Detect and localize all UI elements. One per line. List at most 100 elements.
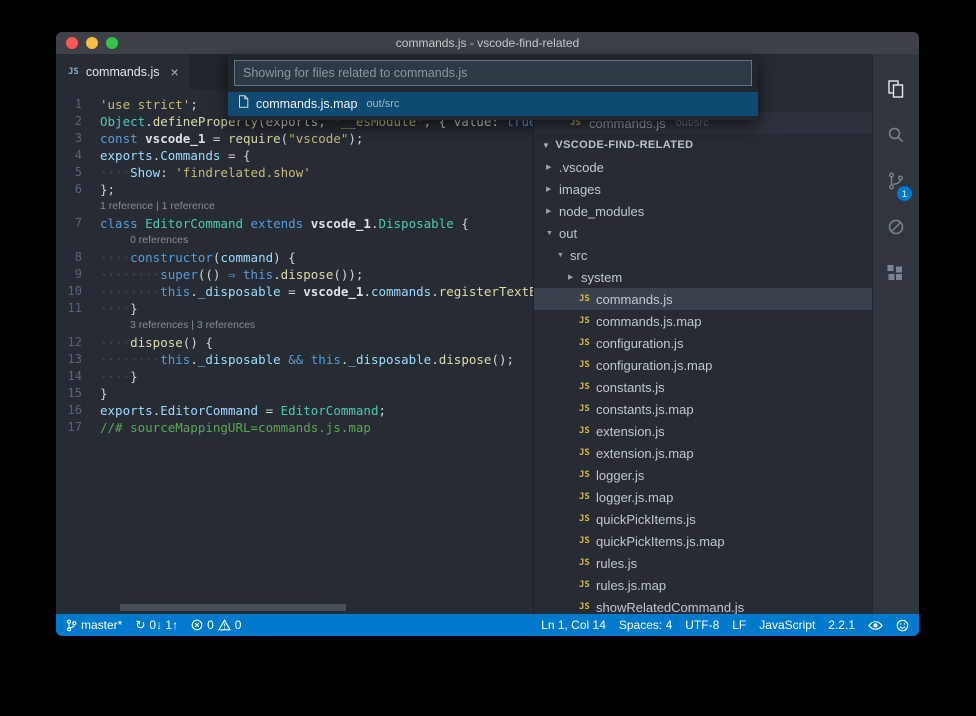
js-file-icon: JS xyxy=(579,536,590,546)
code-line[interactable]: 16 exports.EditorCommand = EditorCommand; xyxy=(56,402,533,419)
code-line[interactable]: 8 ····constructor(command) { xyxy=(56,249,533,266)
codelens-row[interactable]: 1 reference | 1 reference xyxy=(56,198,533,215)
code-line[interactable]: 4 exports.Commands = { xyxy=(56,147,533,164)
tree-item-label: extension.js.map xyxy=(596,445,694,461)
tree-item-label: quickPickItems.js xyxy=(596,511,696,527)
search-icon xyxy=(888,127,904,143)
language-indicator[interactable]: JavaScript xyxy=(759,618,815,632)
cursor-position[interactable]: Ln 1, Col 14 xyxy=(541,618,606,632)
code-line[interactable]: 12 ····dispose() { xyxy=(56,334,533,351)
activity-extensions-button[interactable] xyxy=(873,250,919,296)
tree-item-label: .vscode xyxy=(559,159,604,175)
line-number xyxy=(56,198,100,215)
screen-reader-button[interactable] xyxy=(868,620,883,631)
tree-item-label: node_modules xyxy=(559,203,645,219)
code-line[interactable]: 17//# sourceMappingURL=commands.js.map xyxy=(56,419,533,436)
code-line[interactable]: 7 class EditorCommand extends vscode_1.Di… xyxy=(56,215,533,232)
tree-item-rules.js.map[interactable]: JS rules.js.map xyxy=(534,574,872,596)
feedback-button[interactable] xyxy=(896,619,909,632)
tree-item-src[interactable]: ▼ src xyxy=(534,244,872,266)
js-file-icon: JS xyxy=(579,580,590,590)
js-file-icon: JS xyxy=(579,316,590,326)
git-branch-indicator[interactable]: master* xyxy=(66,618,122,632)
tree-item-label: system xyxy=(581,269,623,285)
tree-item-quickPickItems.js.map[interactable]: JS quickPickItems.js.map xyxy=(534,530,872,552)
code-line[interactable]: 13 ········this._disposable && this._disp… xyxy=(56,351,533,368)
warning-count: 0 xyxy=(234,618,242,632)
close-window-button[interactable] xyxy=(66,37,78,49)
minimize-window-button[interactable] xyxy=(86,37,98,49)
js-file-icon: JS xyxy=(579,294,590,304)
tree-item-images[interactable]: ▶ images xyxy=(534,178,872,200)
window-title: commands.js - vscode-find-related xyxy=(395,36,580,50)
problems-indicator[interactable]: 0 0 xyxy=(191,618,241,632)
activity-debug-button[interactable] xyxy=(873,204,919,250)
quick-pick-item-label: commands.js.map xyxy=(256,97,358,111)
traffic-lights xyxy=(66,37,118,49)
indentation-label: Spaces: 4 xyxy=(618,618,673,632)
explorer-icon xyxy=(888,80,904,98)
eol-indicator[interactable]: LF xyxy=(732,618,746,632)
code-line[interactable]: 14 ····} xyxy=(56,368,533,385)
tree-item-constants.js[interactable]: JS constants.js xyxy=(534,376,872,398)
line-number: 6 xyxy=(74,182,82,196)
js-file-icon: JS xyxy=(579,360,590,370)
tree-item-logger.js.map[interactable]: JS logger.js.map xyxy=(534,486,872,508)
branch-name: master* xyxy=(81,618,123,632)
code-line[interactable]: 15} xyxy=(56,385,533,402)
activity-explorer-button[interactable] xyxy=(873,66,919,112)
code-line[interactable]: 5 ····Show: 'findrelated.show' xyxy=(56,164,533,181)
tree-item-logger.js[interactable]: JS logger.js xyxy=(534,464,872,486)
sync-icon: ↻ xyxy=(135,618,146,632)
warning-icon xyxy=(217,619,231,631)
explorer-sidebar: JS commands.js out/src ▼ VSCODE-FIND-REL… xyxy=(533,54,872,614)
code-line[interactable]: 6}; xyxy=(56,181,533,198)
codelens-row[interactable]: 0 references xyxy=(56,232,533,249)
code-line[interactable]: 10 ········this._disposable = vscode_1.co… xyxy=(56,283,533,300)
tree-item-.vscode[interactable]: ▶ .vscode xyxy=(534,156,872,178)
tree-item-constants.js.map[interactable]: JS constants.js.map xyxy=(534,398,872,420)
indentation-indicator[interactable]: Spaces: 4 xyxy=(619,618,672,632)
js-file-icon: JS xyxy=(579,514,590,524)
sync-indicator[interactable]: ↻ 0↓ 1↑ xyxy=(135,618,178,632)
title-bar[interactable]: commands.js - vscode-find-related xyxy=(56,32,919,54)
tree-item-rules.js[interactable]: JS rules.js xyxy=(534,552,872,574)
eye-icon xyxy=(868,620,883,630)
tree-item-configuration.js[interactable]: JS configuration.js xyxy=(534,332,872,354)
js-file-icon: JS xyxy=(579,382,590,392)
tree-item-extension.js[interactable]: JS extension.js xyxy=(534,420,872,442)
code-editor[interactable]: 1'use strict'; 2 Object.defineProperty(exp… xyxy=(56,89,533,614)
tree-item-showRelatedCommand.js[interactable]: JS showRelatedCommand.js xyxy=(534,596,872,615)
zoom-window-button[interactable] xyxy=(106,37,118,49)
explorer-section-header[interactable]: ▼ VSCODE-FIND-RELATED xyxy=(534,134,872,156)
line-number: 7 xyxy=(74,216,82,230)
quick-pick-item[interactable]: commands.js.map out/src xyxy=(228,92,758,116)
tab-commands-js[interactable]: JS commands.js × xyxy=(56,54,189,89)
tree-item-commands.js.map[interactable]: JS commands.js.map xyxy=(534,310,872,332)
code-lines: 1'use strict'; 2 Object.defineProperty(exp… xyxy=(56,96,533,436)
tree-item-system[interactable]: ▶ system xyxy=(534,266,872,288)
code-line[interactable]: 11 ····} xyxy=(56,300,533,317)
tree-item-commands.js[interactable]: JS commands.js xyxy=(534,288,872,310)
activity-search-button[interactable] xyxy=(873,112,919,158)
close-tab-icon[interactable]: × xyxy=(170,65,178,79)
line-number: 11 xyxy=(67,301,82,315)
code-line[interactable]: 9 ········super(() ⇒ this.dispose()); xyxy=(56,266,533,283)
line-number: 5 xyxy=(74,165,82,179)
tree-item-out[interactable]: ▼ out xyxy=(534,222,872,244)
tree-item-extension.js.map[interactable]: JS extension.js.map xyxy=(534,442,872,464)
codelens-row[interactable]: 3 references | 3 references xyxy=(56,317,533,334)
vscode-window: commands.js - vscode-find-related JS com… xyxy=(56,32,919,636)
encoding-indicator[interactable]: UTF-8 xyxy=(685,618,719,632)
activity-source-control-button[interactable]: 1 xyxy=(873,158,919,204)
tree-item-quickPickItems.js[interactable]: JS quickPickItems.js xyxy=(534,508,872,530)
tree-item-configuration.js.map[interactable]: JS configuration.js.map xyxy=(534,354,872,376)
editor-group: JS commands.js × 1'use strict'; 2 Object.d… xyxy=(56,54,533,614)
quick-pick-input[interactable] xyxy=(234,60,752,86)
code-line[interactable]: 3 const vscode_1 = require("vscode"); xyxy=(56,130,533,147)
js-file-icon: JS xyxy=(579,492,590,502)
horizontal-scrollbar[interactable] xyxy=(120,604,346,611)
tree-item-label: configuration.js.map xyxy=(596,357,713,373)
tree-item-node_modules[interactable]: ▶ node_modules xyxy=(534,200,872,222)
file-icon xyxy=(238,95,249,113)
